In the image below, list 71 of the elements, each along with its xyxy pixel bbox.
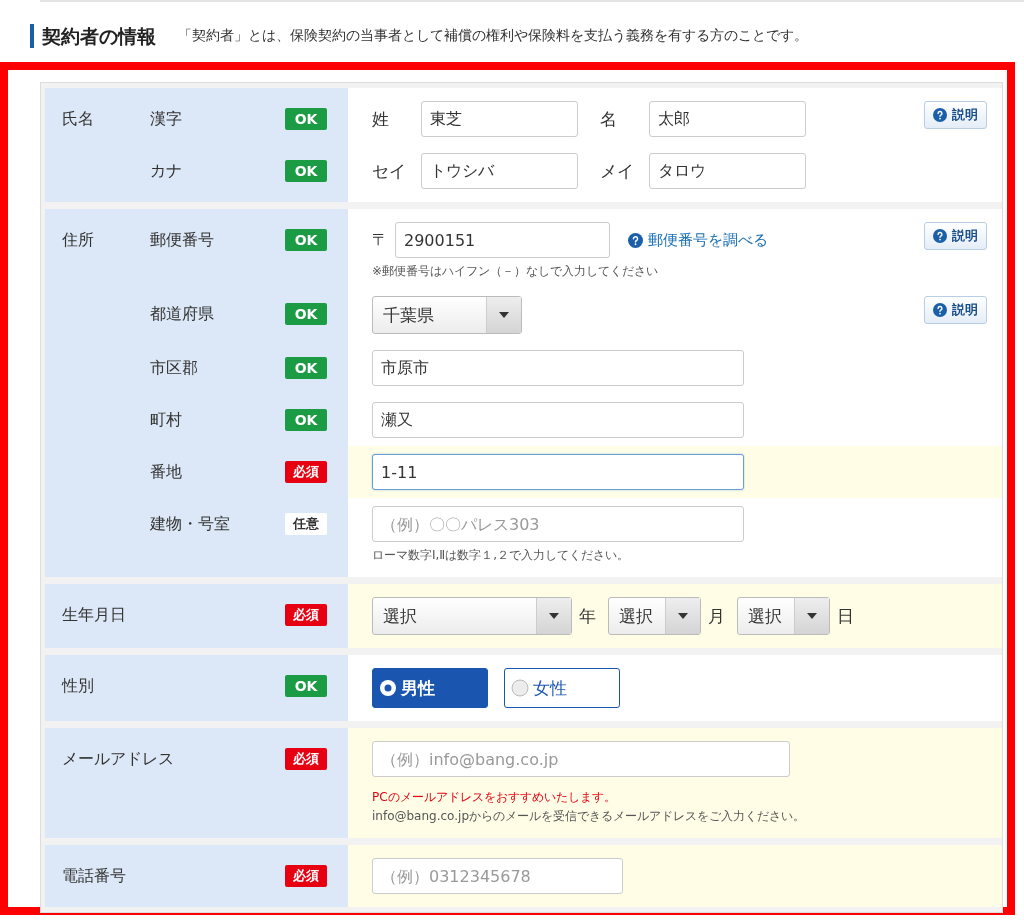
field-label: 建物・号室 [150,513,231,535]
help-button[interactable]: 説明 [924,296,987,324]
text-field[interactable]: （例）〇〇パレス303 [372,506,744,542]
field-group-label: 性別 [62,675,94,697]
postal-lookup-link[interactable]: 郵便番号を調べる [628,230,768,250]
unit-label: 年 [579,604,596,628]
select-field[interactable]: 選択 [608,597,701,635]
field-label: 番地 [150,461,183,483]
status-badge: OK [285,160,327,182]
text-field[interactable]: トウシバ [421,153,578,189]
postal-mark: 〒 [372,229,389,251]
field-label: 町村 [150,409,183,431]
field-group-label: メールアドレス [62,748,174,770]
status-badge: OK [285,409,327,431]
field-group-label: 氏名 [62,108,95,130]
radio-option[interactable]: 女性 [504,668,620,708]
radio-option[interactable]: 男性 [372,668,488,708]
caret-icon [549,613,559,619]
help-icon [933,229,947,243]
field-label: カナ [150,160,183,182]
status-badge: 必須 [285,461,327,483]
field-label: 都道府県 [150,303,215,325]
postal-code-field[interactable]: 2900151 [395,222,610,258]
status-badge: OK [285,229,327,251]
help-button[interactable]: 説明 [924,101,987,129]
hint-text: PCのメールアドレスをおすすめいたします。 [372,789,617,806]
caret-icon [807,613,817,619]
field-label: 名 [600,107,618,131]
caret-icon [499,312,509,318]
text-field[interactable]: 1-11 [372,454,744,490]
status-badge: 必須 [285,865,327,887]
status-badge: OK [285,675,327,697]
status-badge: OK [285,108,327,130]
select-field[interactable]: 選択 [372,597,572,635]
caret-icon [678,613,688,619]
unit-label: 月 [708,604,725,628]
phone-field[interactable]: （例）0312345678 [372,858,623,894]
field-label: 郵便番号 [150,229,215,251]
section-title: 契約者の情報 [30,24,156,48]
section-description: 「契約者」とは、保険契約の当事者として補償の権利や保険料を支払う義務を有する方のことです。 [178,27,808,45]
unit-label: 日 [837,604,854,628]
help-icon [933,303,947,317]
status-badge: 任意 [285,513,327,535]
field-label: 漢字 [150,108,183,130]
status-badge: OK [285,303,327,325]
help-button[interactable]: 説明 [924,222,987,250]
field-label: メイ [600,159,635,183]
hint-text: ローマ数字Ⅰ,Ⅱは数字１,２で入力してください。 [372,547,631,564]
text-field[interactable]: 市原市 [372,350,744,386]
select-field[interactable]: 選択 [737,597,830,635]
help-icon [933,108,947,122]
field-group-label: 電話番号 [62,865,126,887]
text-field[interactable]: 太郎 [649,101,806,137]
email-field[interactable]: （例）info@bang.co.jp [372,741,790,777]
select-field[interactable]: 千葉県 [372,296,522,334]
field-group-label: 生年月日 [62,604,126,626]
status-badge: OK [285,357,327,379]
status-badge: 必須 [285,604,327,626]
radio-checked-icon [379,679,397,697]
status-badge: 必須 [285,748,327,770]
text-field[interactable]: タロウ [649,153,806,189]
hint-text: info@bang.co.jpからのメールを受信できるメールアドレスをご入力ください。 [372,808,806,825]
field-label: 姓 [372,107,390,131]
field-label: 市区郡 [150,357,199,379]
text-field[interactable]: 東芝 [421,101,578,137]
radio-unchecked-icon [511,679,529,697]
text-field[interactable]: 瀬又 [372,402,744,438]
field-group-label: 住所 [62,229,95,251]
field-label: セイ [372,159,407,183]
hint-text: ※郵便番号はハイフン（－）なしで入力してください [372,263,660,280]
help-icon [628,232,643,248]
